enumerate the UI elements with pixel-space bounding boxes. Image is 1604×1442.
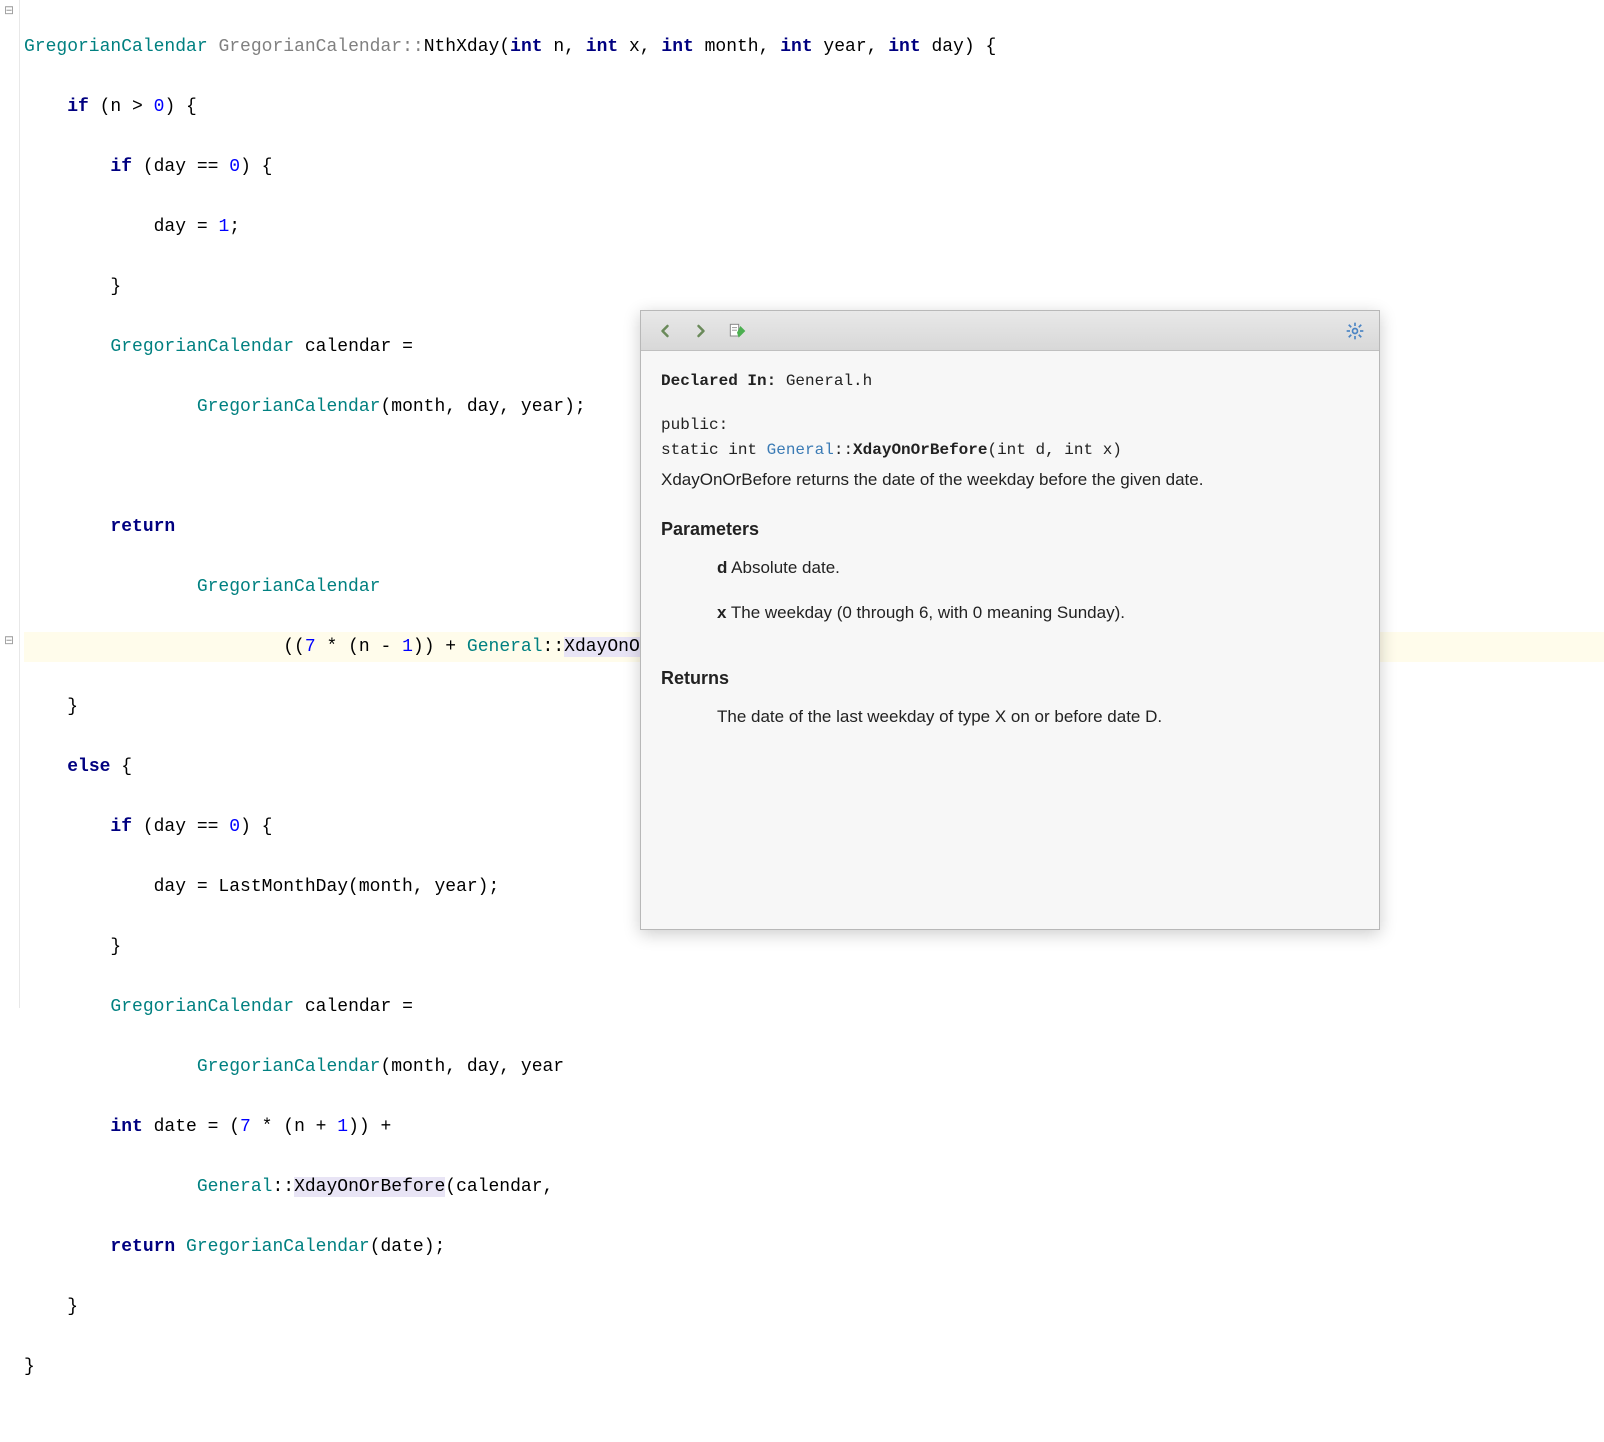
code-token: int: [586, 37, 618, 57]
fold-close-icon[interactable]: ⊟: [2, 634, 16, 648]
code-token: if: [110, 817, 132, 837]
sig-scope: ::: [834, 441, 853, 459]
code-token: ::: [402, 37, 424, 57]
settings-button[interactable]: [1341, 317, 1369, 345]
doc-toolbar: [641, 311, 1379, 351]
declared-in-value: General.h: [786, 372, 872, 390]
code-token: (n >: [89, 97, 154, 117]
code-token: General: [467, 637, 543, 657]
code-token: int: [888, 37, 920, 57]
code-token: )) +: [413, 637, 467, 657]
sig-params: (int d, int x): [987, 441, 1121, 459]
code-token: 1: [337, 1117, 348, 1137]
declared-in-label: Declared In:: [661, 372, 776, 390]
code-token: ::: [543, 637, 565, 657]
code-token: 1: [218, 217, 229, 237]
code-token: (day ==: [132, 817, 229, 837]
code-token: if: [110, 157, 132, 177]
code-token: (date);: [370, 1237, 446, 1257]
code-token: GregorianCalendar: [218, 37, 402, 57]
code-token: int: [661, 37, 693, 57]
sig-prefix: static int: [661, 441, 767, 459]
code-token: 0: [229, 817, 240, 837]
code-token: return: [110, 1237, 175, 1257]
code-token: GregorianCalendar: [197, 577, 381, 597]
code-token: GregorianCalendar: [186, 1237, 370, 1257]
code-token: if: [67, 97, 89, 117]
doc-content: Declared In: General.h public: static in…: [641, 351, 1379, 929]
code-token: * (n +: [251, 1117, 337, 1137]
code-token: calendar =: [294, 337, 413, 357]
code-token: ) {: [240, 817, 272, 837]
code-token: int: [110, 1117, 142, 1137]
code-token: NthXday: [424, 37, 500, 57]
sig-name: XdayOnOrBefore: [853, 441, 987, 459]
code-token: XdayOnOrBefore: [294, 1177, 445, 1197]
code-token: * (n -: [316, 637, 402, 657]
back-button[interactable]: [651, 317, 679, 345]
code-token: GregorianCalendar: [110, 337, 294, 357]
code-token: (calendar,: [445, 1177, 553, 1197]
code-token: GregorianCalendar: [110, 997, 294, 1017]
editor-gutter: ⊟ ⊟: [0, 0, 20, 1008]
returns-desc: The date of the last weekday of type X o…: [717, 703, 1359, 730]
edit-doc-button[interactable]: [723, 317, 751, 345]
code-token: 7: [305, 637, 316, 657]
code-line: }: [24, 1352, 1604, 1382]
code-line: }: [24, 1292, 1604, 1322]
param-desc: Absolute date.: [727, 558, 839, 577]
edit-icon: [727, 321, 747, 341]
forward-button[interactable]: [687, 317, 715, 345]
code-token: {: [110, 757, 132, 777]
code-token: date = (: [143, 1117, 240, 1137]
code-token: )) +: [348, 1117, 391, 1137]
code-token: GregorianCalendar: [197, 1057, 381, 1077]
gear-icon: [1345, 321, 1365, 341]
code-token: 7: [240, 1117, 251, 1137]
code-token: 0: [229, 157, 240, 177]
code-token: int: [780, 37, 812, 57]
returns-heading: Returns: [661, 664, 1359, 693]
code-token: GregorianCalendar: [197, 397, 381, 417]
access-modifier: public:: [661, 413, 1359, 439]
code-token: ((: [24, 637, 305, 657]
fold-open-icon[interactable]: ⊟: [2, 4, 16, 18]
code-token: ) {: [240, 157, 272, 177]
arrow-left-icon: [655, 321, 675, 341]
quick-doc-popup: Declared In: General.h public: static in…: [640, 310, 1380, 930]
code-line: }: [24, 932, 1604, 962]
code-token: ) {: [164, 97, 196, 117]
code-token: calendar =: [294, 997, 413, 1017]
code-token: ;: [229, 217, 240, 237]
code-token: GregorianCalendar: [24, 37, 208, 57]
code-token: ::: [272, 1177, 294, 1197]
sig-class: General: [767, 441, 834, 459]
code-line: }: [24, 272, 1604, 302]
code-token: 0: [154, 97, 165, 117]
param-name: d: [717, 558, 727, 577]
arrow-right-icon: [691, 321, 711, 341]
code-token: (month, day, year: [380, 1057, 564, 1077]
code-token: General: [197, 1177, 273, 1197]
code-token: 1: [402, 637, 413, 657]
code-token: else: [67, 757, 110, 777]
params-heading: Parameters: [661, 515, 1359, 544]
code-token: (day ==: [132, 157, 229, 177]
param-desc: The weekday (0 through 6, with 0 meaning…: [726, 603, 1124, 622]
code-token: day =: [24, 217, 218, 237]
doc-description: XdayOnOrBefore returns the date of the w…: [661, 466, 1359, 493]
code-token: return: [110, 517, 175, 537]
code-token: int: [510, 37, 542, 57]
code-token: (month, day, year);: [380, 397, 585, 417]
